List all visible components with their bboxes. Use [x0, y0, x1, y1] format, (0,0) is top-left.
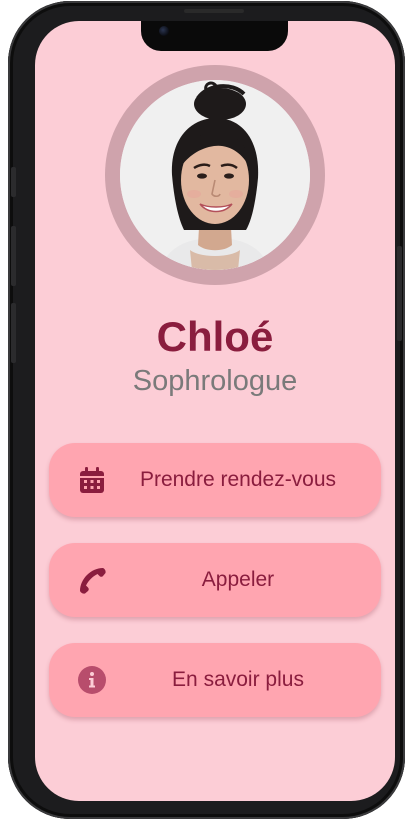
calendar-icon	[80, 467, 104, 493]
avatar	[120, 80, 310, 270]
book-appointment-button[interactable]: Prendre rendez-vous	[49, 443, 381, 517]
app-screen: Chloé Sophrologue Prendre rendez-vous Ap	[35, 21, 395, 801]
avatar-ring	[105, 65, 325, 285]
call-button[interactable]: Appeler	[49, 543, 381, 617]
call-label: Appeler	[201, 568, 275, 591]
portrait-illustration	[120, 80, 310, 270]
profile-title: Sophrologue	[132, 365, 298, 397]
book-appointment-label: Prendre rendez-vous	[139, 468, 337, 491]
info-icon	[78, 666, 106, 694]
profile-name: Chloé	[156, 313, 274, 360]
phone-icon	[80, 568, 106, 594]
volume-up-button	[11, 226, 16, 286]
front-camera	[159, 26, 169, 36]
phone-speaker	[184, 9, 244, 13]
learn-more-label: En savoir plus	[172, 668, 304, 691]
volume-down-button	[11, 303, 16, 363]
mute-switch	[11, 167, 16, 197]
power-button	[397, 246, 402, 341]
learn-more-button[interactable]: En savoir plus	[49, 643, 381, 717]
phone-frame: Chloé Sophrologue Prendre rendez-vous Ap	[8, 1, 405, 819]
